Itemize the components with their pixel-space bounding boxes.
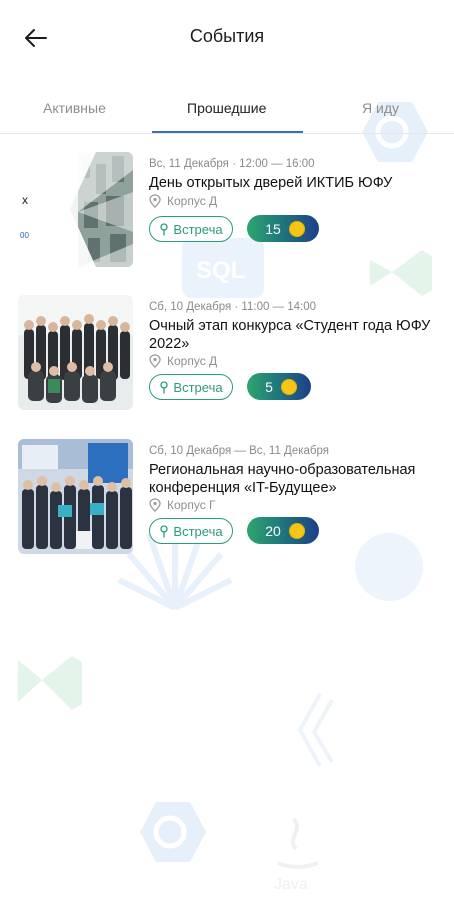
java-icon: Java [274,817,319,893]
coin-icon [288,220,305,237]
event-type-badge: Встреча [149,518,233,544]
tab-past[interactable]: Прошедшие [187,100,266,116]
tab-bar: Активные Прошедшие Я иду [0,84,454,136]
points-value: 20 [265,522,281,539]
event-card[interactable]: Сб, 10 Декабря · 11:00 — 14:00 Очный эта… [0,295,454,413]
event-card[interactable]: х 00 Вс, 11 Декабря · 12:00 — 16:00 День… [0,152,454,270]
coin-icon [288,522,305,539]
points-value: 15 [265,220,281,237]
event-type-label: Встреча [173,379,223,395]
event-card[interactable]: Сб, 10 Декабря — Вс, 11 Декабря Регионал… [0,439,454,557]
event-title: Очный этап конкурса «Студент года ЮФУ 20… [149,318,431,352]
tabs-divider [0,133,454,134]
event-type-label: Встреча [173,523,223,539]
event-location-label: Корпус Д [167,194,218,208]
event-datetime: Сб, 10 Декабря · 11:00 — 14:00 [149,301,317,313]
braces-icon [297,693,334,767]
points-badge: 15 [247,215,319,242]
event-thumbnail [18,295,133,410]
event-type-badge: Встреча [149,374,233,400]
pin-icon [160,380,169,393]
app-header: События [0,0,454,78]
visual-studio-icon-left [18,656,82,710]
event-location: Корпус Г [149,498,216,512]
pin-icon [160,524,169,537]
event-title: День открытых дверей ИКТИБ ЮФУ [149,175,393,191]
points-badge: 5 [247,373,311,400]
thumb-text-top: х [22,193,28,207]
tab-active[interactable]: Активные [43,100,106,116]
event-datetime: Сб, 10 Декабря — Вс, 11 Декабря [149,445,329,457]
location-pin-icon [149,194,161,208]
coin-icon [280,378,297,395]
event-location: Корпус Д [149,354,217,368]
event-thumbnail [18,439,133,554]
tab-going[interactable]: Я иду [362,100,399,116]
event-thumbnail: х 00 [18,152,133,267]
points-value: 5 [265,378,273,395]
svg-text:Java: Java [274,876,308,893]
event-datetime: Вс, 11 Декабря · 12:00 — 16:00 [149,158,315,170]
points-badge: 20 [247,517,319,544]
pin-icon [160,222,169,235]
location-pin-icon [149,498,161,512]
event-location-label: Корпус Г [167,498,216,512]
event-title: Региональная научно-образовательная конф… [149,462,416,496]
event-type-badge: Встреча [149,216,233,242]
event-type-label: Встреча [173,221,223,237]
csharp-icon-bottom [140,802,206,862]
event-location: Корпус Д [149,194,217,208]
location-pin-icon [149,354,161,368]
event-location-label: Корпус Д [167,354,218,368]
page-title: События [189,26,265,46]
thumb-text-bottom: 00 [20,231,29,240]
